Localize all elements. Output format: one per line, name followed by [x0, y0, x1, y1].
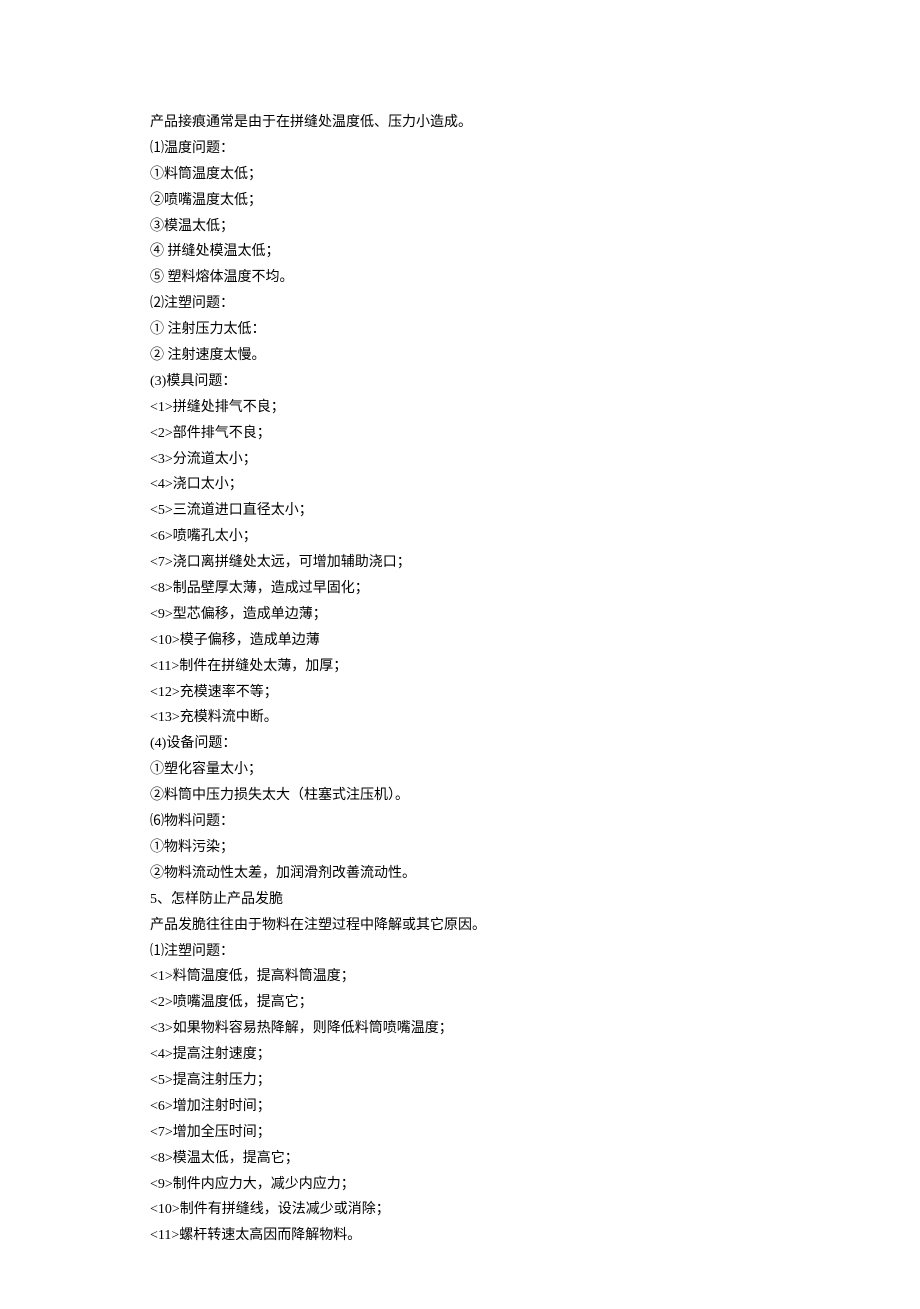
text-line: <8>模温太低，提高它； [150, 1146, 770, 1172]
text-line: <2>部件排气不良； [150, 421, 770, 447]
text-line: ⑴注塑问题： [150, 939, 770, 965]
text-line: <10>模子偏移，造成单边薄 [150, 628, 770, 654]
text-line: ⑴温度问题： [150, 136, 770, 162]
text-line: <3>如果物料容易热降解，则降低料筒喷嘴温度； [150, 1016, 770, 1042]
text-line: <13>充模料流中断。 [150, 705, 770, 731]
text-line: ②物料流动性太差，加润滑剂改善流动性。 [150, 861, 770, 887]
text-line: <4>浇口太小； [150, 472, 770, 498]
text-line: 产品发脆往往由于物料在注塑过程中降解或其它原因。 [150, 913, 770, 939]
text-line: ⑵注塑问题： [150, 291, 770, 317]
text-line: <5>提高注射压力； [150, 1068, 770, 1094]
text-line: ⑹物料问题： [150, 809, 770, 835]
text-line: <11>制件在拼缝处太薄，加厚； [150, 654, 770, 680]
text-line: ①物料污染； [150, 835, 770, 861]
text-line: ⑤ 塑料熔体温度不均。 [150, 265, 770, 291]
text-line: <12>充模速率不等； [150, 680, 770, 706]
text-line: <7>浇口离拼缝处太远，可增加辅助浇口； [150, 550, 770, 576]
text-line: <4>提高注射速度； [150, 1042, 770, 1068]
text-line: <6>增加注射时间； [150, 1094, 770, 1120]
text-line: <1>料筒温度低，提高料筒温度； [150, 964, 770, 990]
text-line: (4)设备问题： [150, 731, 770, 757]
text-line: <5>三流道进口直径太小； [150, 498, 770, 524]
text-line: 5、怎样防止产品发脆 [150, 887, 770, 913]
text-line: ②料筒中压力损失太大（柱塞式注压机）。 [150, 783, 770, 809]
text-line: ③模温太低； [150, 214, 770, 240]
text-line: <9>型芯偏移，造成单边薄； [150, 602, 770, 628]
text-line: <7>增加全压时间； [150, 1120, 770, 1146]
text-line: ① 注射压力太低： [150, 317, 770, 343]
text-line: 产品接痕通常是由于在拼缝处温度低、压力小造成。 [150, 110, 770, 136]
text-line: <8>制品壁厚太薄，造成过早固化； [150, 576, 770, 602]
text-line: <3>分流道太小； [150, 447, 770, 473]
text-line: <1>拼缝处排气不良； [150, 395, 770, 421]
text-line: <11>螺杆转速太高因而降解物料。 [150, 1223, 770, 1249]
text-line: ④ 拼缝处模温太低； [150, 239, 770, 265]
text-line: ①塑化容量太小； [150, 757, 770, 783]
text-line: ①料筒温度太低； [150, 162, 770, 188]
text-line: ② 注射速度太慢。 [150, 343, 770, 369]
text-line: <10>制件有拼缝线，设法减少或消除； [150, 1197, 770, 1223]
text-line: (3)模具问题： [150, 369, 770, 395]
text-line: ②喷嘴温度太低； [150, 188, 770, 214]
text-line: <2>喷嘴温度低，提高它； [150, 990, 770, 1016]
text-line: <6>喷嘴孔太小； [150, 524, 770, 550]
document-page: 产品接痕通常是由于在拼缝处温度低、压力小造成。⑴温度问题：①料筒温度太低；②喷嘴… [0, 0, 920, 1309]
text-line: <9>制件内应力大，减少内应力； [150, 1172, 770, 1198]
